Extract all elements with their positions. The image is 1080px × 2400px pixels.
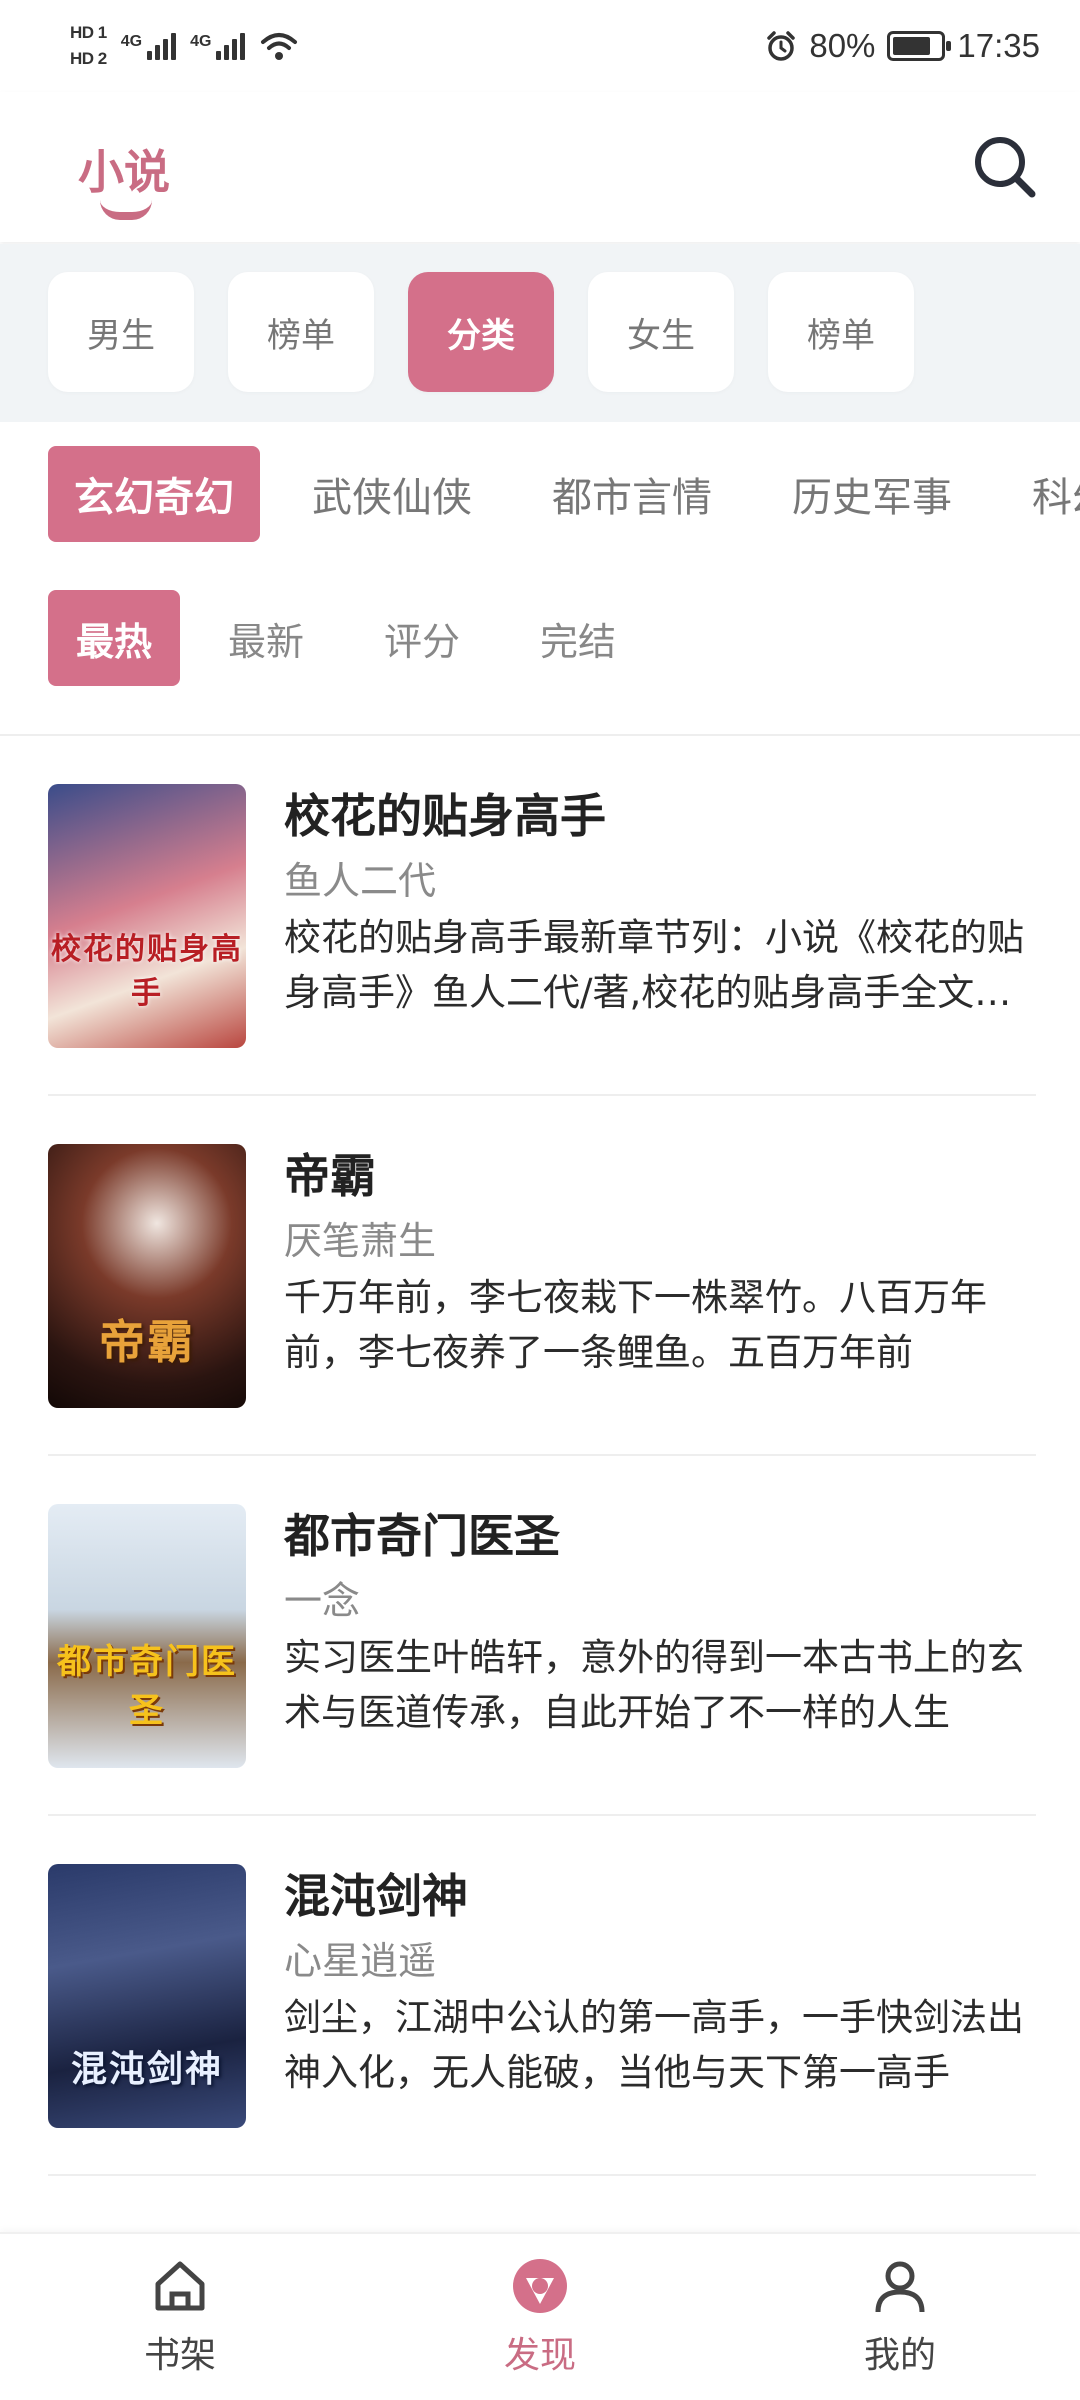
book-author: 厌笔萧生	[284, 1219, 437, 1263]
cover-title-art: 都市奇门医圣	[57, 1642, 237, 1731]
wifi-icon	[261, 33, 298, 60]
network-type-1: 4G	[120, 32, 143, 50]
hd2-label: HD 2	[70, 49, 107, 68]
nav-discover[interactable]: 发现	[440, 2256, 640, 2386]
tab-male[interactable]: 男生	[48, 272, 194, 392]
category-scifi[interactable]: 科幻	[1032, 446, 1080, 542]
status-right: 80% 17:35	[765, 27, 1040, 65]
cover-title-art: 校花的贴身高手	[51, 932, 243, 1011]
category-urban-romance[interactable]: 都市言情	[552, 446, 712, 542]
item-divider	[48, 2174, 1036, 2176]
book-item[interactable]: 混沌剑神 混沌剑神 心星逍遥 剑尘，江湖中公认的第一高手，一手快剑法出神入化，无…	[48, 1816, 1036, 2176]
title-underline-decoration	[100, 200, 152, 220]
hd1-label: HD 1	[70, 23, 107, 42]
category-history-military[interactable]: 历史军事	[792, 446, 952, 542]
clock: 17:35	[957, 27, 1040, 64]
page-title: 小说	[78, 145, 170, 199]
network-type-2: 4G	[190, 32, 212, 50]
tab-category[interactable]: 分类	[408, 272, 554, 392]
channel-tab-bar: 男生 榜单 分类 女生 榜单	[0, 244, 1080, 422]
book-title[interactable]: 帝霸	[284, 1140, 376, 1206]
cover-title-art: 帝霸	[99, 1315, 195, 1369]
nav-profile[interactable]: 我的	[800, 2256, 1000, 2386]
book-cover[interactable]: 都市奇门医圣	[48, 1504, 246, 1768]
discover-icon	[513, 2259, 567, 2313]
book-item[interactable]: 校花的贴身高手 校花的贴身高手 鱼人二代 校花的贴身高手最新章节列：小说《校花的…	[48, 736, 1036, 1096]
sort-rating[interactable]: 评分	[384, 590, 460, 686]
tab-female[interactable]: 女生	[588, 272, 734, 392]
book-description: 剑尘，江湖中公认的第一高手，一手快剑法出神入化，无人能破，当他与天下第一高手	[284, 1996, 1024, 2094]
signal-2-icon: 4G	[190, 32, 246, 60]
tab-male-ranking[interactable]: 榜单	[228, 272, 374, 392]
alarm-icon	[767, 31, 796, 61]
home-icon	[155, 2261, 205, 2311]
sort-hottest[interactable]: 最热	[48, 590, 180, 686]
sort-completed[interactable]: 完结	[540, 590, 616, 686]
bottom-navigation: 书架 发现 我的	[0, 2232, 1080, 2400]
cover-title-art: 混沌剑神	[70, 2048, 223, 2090]
sort-newest[interactable]: 最新	[228, 590, 304, 686]
status-left: HD 1 HD 2 4G 4G	[70, 22, 299, 70]
app-header: 小说	[0, 92, 1080, 242]
nav-label: 书架	[143, 2335, 216, 2376]
book-description: 千万年前，李七夜栽下一株翠竹。八百万年前，李七夜养了一条鲤鱼。五百万年前	[284, 1276, 987, 1374]
status-bar: HD 1 HD 2 4G 4G 80% 17:35	[0, 0, 1080, 92]
book-description: 校花的贴身高手最新章节列：小说《校花的贴身高手》鱼人二代/著,校花的贴身高手全文…	[284, 916, 1024, 1014]
nav-label: 发现	[503, 2335, 576, 2376]
book-description: 实习医生叶皓轩，意外的得到一本古书上的玄术与医道传承，自此开始了不一样的人生	[284, 1636, 1024, 1734]
book-title[interactable]: 校花的贴身高手	[284, 780, 606, 846]
tab-female-ranking[interactable]: 榜单	[768, 272, 914, 392]
profile-icon	[875, 2261, 925, 2313]
book-cover[interactable]: 帝霸	[48, 1144, 246, 1408]
category-wuxia[interactable]: 武侠仙侠	[312, 446, 472, 542]
book-title[interactable]: 都市奇门医圣	[284, 1500, 560, 1566]
book-cover[interactable]: 混沌剑神	[48, 1864, 246, 2128]
book-item[interactable]: 帝霸 帝霸 厌笔萧生 千万年前，李七夜栽下一株翠竹。八百万年前，李七夜养了一条鲤…	[48, 1096, 1036, 1456]
book-author: 心星逍遥	[284, 1939, 437, 1983]
battery-percent: 80%	[809, 27, 876, 64]
signal-1-icon: 4G	[120, 32, 177, 60]
search-icon[interactable]	[970, 132, 1040, 202]
nav-label: 我的	[863, 2335, 936, 2376]
nav-bookshelf[interactable]: 书架	[80, 2256, 280, 2386]
book-item[interactable]: 都市奇门医圣 都市奇门医圣 一念 实习医生叶皓轩，意外的得到一本古书上的玄术与医…	[48, 1456, 1036, 1816]
book-title[interactable]: 混沌剑神	[284, 1860, 468, 1926]
book-cover[interactable]: 校花的贴身高手	[48, 784, 246, 1048]
book-author: 鱼人二代	[284, 859, 437, 903]
battery-icon	[887, 31, 952, 61]
hd-indicators: HD 1 HD 2	[70, 22, 107, 70]
book-author: 一念	[284, 1579, 361, 1623]
category-fantasy[interactable]: 玄幻奇幻	[48, 446, 260, 542]
